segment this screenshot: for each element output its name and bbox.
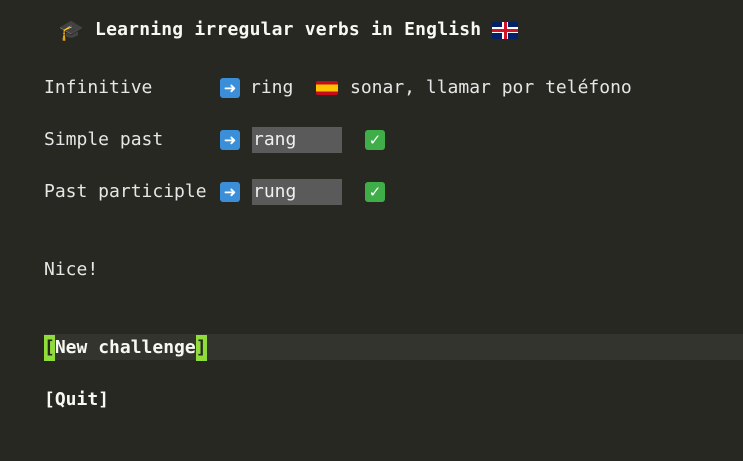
- check-icon: ✓: [365, 182, 385, 202]
- app-title-row: 🎓 Learning irregular verbs in English: [58, 17, 519, 43]
- infinitive-label: Infinitive: [44, 77, 153, 98]
- feedback-message: Nice!: [44, 257, 98, 283]
- uk-flag-icon: [492, 21, 519, 39]
- past-participle-input[interactable]: rung: [252, 179, 342, 205]
- check-icon: ✓: [365, 130, 385, 150]
- arrow-right-icon: ➜: [220, 78, 240, 98]
- graduate-icon: 🎓: [58, 18, 84, 42]
- new-challenge-button[interactable]: [New challenge]: [44, 335, 207, 361]
- arrow-right-icon: ➜: [220, 130, 240, 150]
- infinitive-translation: sonar, llamar por teléfono: [350, 77, 632, 98]
- button-bracket-open: [: [44, 335, 55, 361]
- spain-flag-icon: [316, 81, 338, 95]
- arrow-right-icon: ➜: [220, 182, 240, 202]
- app-title: Learning irregular verbs in English: [95, 19, 482, 40]
- simple-past-label: Simple past: [44, 129, 164, 150]
- button-bracket-close: ]: [195, 335, 207, 361]
- quit-label: [Quit]: [44, 389, 110, 410]
- past-participle-label: Past participle: [44, 181, 207, 202]
- infinitive-value: ring: [250, 77, 294, 98]
- past-participle-row: Past participle ➜ rung ✓: [44, 179, 385, 205]
- feedback-text: Nice!: [44, 259, 99, 280]
- infinitive-row: Infinitive ➜ ring sonar, llamar por telé…: [44, 75, 632, 101]
- quit-button[interactable]: [Quit]: [44, 387, 109, 413]
- simple-past-input[interactable]: rang: [252, 127, 342, 153]
- new-challenge-label: New challenge: [54, 337, 196, 358]
- simple-past-row: Simple past ➜ rang ✓: [44, 127, 385, 153]
